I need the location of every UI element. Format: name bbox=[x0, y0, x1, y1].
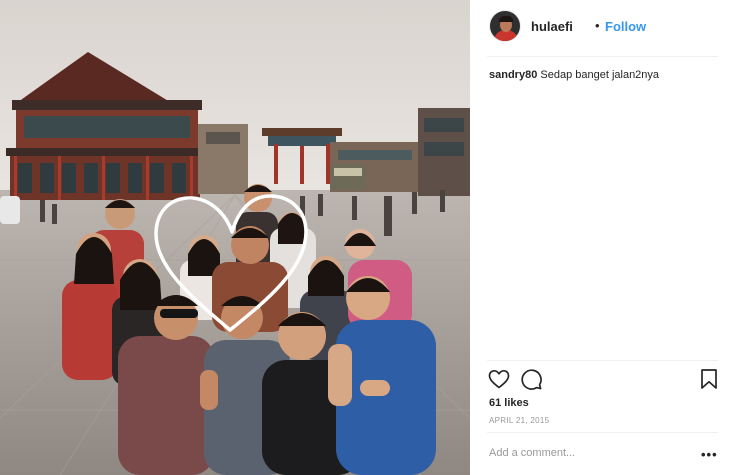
caption-username-link[interactable]: sandry80 bbox=[489, 69, 537, 81]
photo-illustration bbox=[0, 0, 470, 475]
actions-divider bbox=[487, 360, 718, 361]
add-comment-input[interactable]: Add a comment... bbox=[489, 447, 575, 459]
post-date: APRIL 21, 2015 bbox=[489, 416, 550, 425]
caption-text: Sedap banget jalan2nya bbox=[540, 69, 660, 81]
post-sidebar: hulaefi • Follow sandry80 Sedap banget j… bbox=[470, 0, 735, 475]
post-photo[interactable] bbox=[0, 0, 470, 475]
heart-icon[interactable] bbox=[487, 367, 511, 391]
comment-divider bbox=[487, 432, 718, 433]
likes-count[interactable]: 61 likes bbox=[489, 397, 529, 409]
bookmark-icon[interactable] bbox=[697, 367, 721, 391]
ellipsis-icon[interactable]: ••• bbox=[701, 447, 718, 462]
comment-bubble-icon[interactable] bbox=[519, 367, 543, 391]
action-bar bbox=[487, 367, 718, 391]
caption-comment: sandry80 Sedap banget jalan2nya bbox=[489, 68, 659, 82]
follow-button[interactable]: Follow bbox=[605, 19, 646, 34]
separator-dot: • bbox=[595, 18, 600, 33]
post-header: hulaefi • Follow bbox=[470, 0, 735, 56]
avatar[interactable] bbox=[489, 10, 521, 42]
header-divider bbox=[487, 56, 718, 57]
username-link[interactable]: hulaefi bbox=[531, 19, 573, 34]
